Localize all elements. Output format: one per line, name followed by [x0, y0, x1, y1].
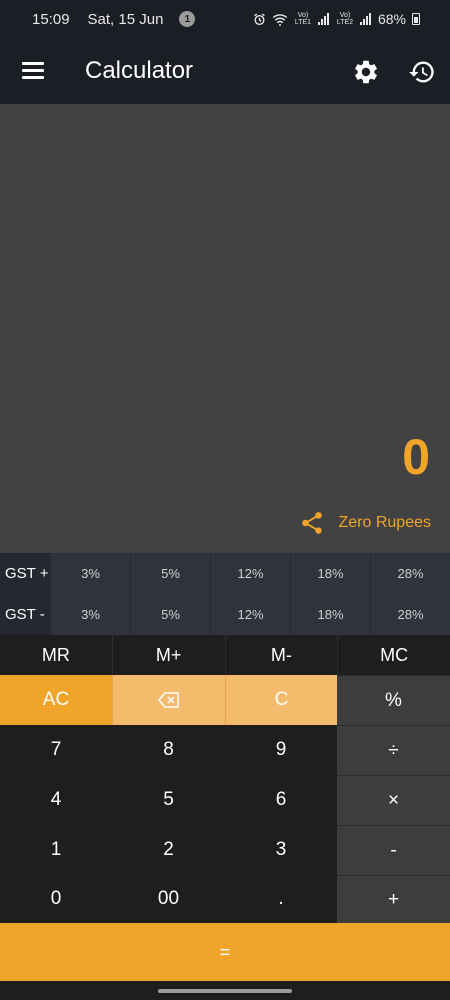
app-bar: Calculator [0, 38, 450, 104]
history-icon[interactable] [408, 58, 436, 86]
percent-button[interactable]: % [337, 675, 450, 725]
divide-button[interactable]: ÷ [337, 725, 450, 775]
app-title: Calculator [85, 57, 194, 84]
backspace-icon [158, 692, 179, 708]
memory-recall-button[interactable]: MR [0, 635, 113, 675]
system-nav-bar [0, 981, 450, 1000]
battery-percent: 68% [377, 11, 406, 27]
sim1-label: Vo) LTE1 [294, 12, 312, 26]
alarm-icon [254, 13, 265, 25]
gst-minus-3-button[interactable]: 3% [50, 594, 130, 635]
digit-4-button[interactable]: 4 [0, 775, 112, 825]
calculator-display: 0 Zero Rupees [0, 104, 450, 553]
wifi-icon [272, 13, 288, 26]
equals-button[interactable]: = [0, 923, 450, 981]
digit-2-button[interactable]: 2 [112, 825, 225, 875]
digit-8-button[interactable]: 8 [112, 725, 225, 775]
memory-subtract-button[interactable]: M- [226, 635, 339, 675]
digit-0-button[interactable]: 0 [0, 875, 112, 923]
gst-plus-28-button[interactable]: 28% [370, 553, 450, 594]
keypad: AC C % 7 8 9 ÷ 4 5 6 × 1 2 3 - 0 00 . + [0, 675, 450, 923]
gst-plus-5-button[interactable]: 5% [130, 553, 210, 594]
home-gesture-handle[interactable] [158, 989, 292, 993]
status-time: 15:09 [32, 10, 70, 28]
gst-minus-label: GST - [0, 594, 50, 635]
sim2-label: Vo) LTE2 [336, 12, 354, 26]
status-date: Sat, 15 Jun [87, 10, 164, 28]
gst-minus-row: GST - 3% 5% 12% 18% 28% [0, 594, 450, 635]
memory-add-button[interactable]: M+ [113, 635, 226, 675]
gst-plus-label: GST + [0, 553, 50, 594]
gear-icon[interactable] [352, 58, 380, 86]
all-clear-button[interactable]: AC [0, 675, 112, 725]
decimal-point-button[interactable]: . [225, 875, 337, 923]
digit-7-button[interactable]: 7 [0, 725, 112, 775]
memory-row: MR M+ M- MC [0, 635, 450, 675]
gst-minus-12-button[interactable]: 12% [210, 594, 290, 635]
digit-3-button[interactable]: 3 [225, 825, 337, 875]
gst-minus-5-button[interactable]: 5% [130, 594, 210, 635]
clear-button[interactable]: C [225, 675, 337, 725]
gst-plus-row: GST + 3% 5% 12% 18% 28% [0, 553, 450, 594]
menu-icon[interactable] [22, 62, 44, 80]
digit-9-button[interactable]: 9 [225, 725, 337, 775]
signal-icon [359, 13, 371, 25]
memory-clear-button[interactable]: MC [338, 635, 450, 675]
minus-button[interactable]: - [337, 825, 450, 875]
backspace-button[interactable] [112, 675, 225, 725]
amount-in-words: Zero Rupees [299, 510, 432, 536]
share-icon[interactable] [299, 510, 325, 536]
multiply-button[interactable]: × [337, 775, 450, 825]
gst-minus-28-button[interactable]: 28% [370, 594, 450, 635]
gst-plus-3-button[interactable]: 3% [50, 553, 130, 594]
gst-plus-12-button[interactable]: 12% [210, 553, 290, 594]
digit-6-button[interactable]: 6 [225, 775, 337, 825]
digit-5-button[interactable]: 5 [112, 775, 225, 825]
signal-icon [317, 13, 329, 25]
amount-words-text: Zero Rupees [338, 514, 432, 531]
status-bar: 15:09 Sat, 15 Jun 1 Vo) LTE1 Vo) LTE2 68… [0, 0, 450, 38]
battery-icon [412, 13, 420, 25]
digit-1-button[interactable]: 1 [0, 825, 112, 875]
gst-minus-18-button[interactable]: 18% [290, 594, 370, 635]
gst-plus-18-button[interactable]: 18% [290, 553, 370, 594]
notification-badge: 1 [179, 11, 196, 27]
double-zero-button[interactable]: 00 [112, 875, 225, 923]
plus-button[interactable]: + [337, 875, 450, 923]
display-value: 0 [402, 429, 430, 485]
